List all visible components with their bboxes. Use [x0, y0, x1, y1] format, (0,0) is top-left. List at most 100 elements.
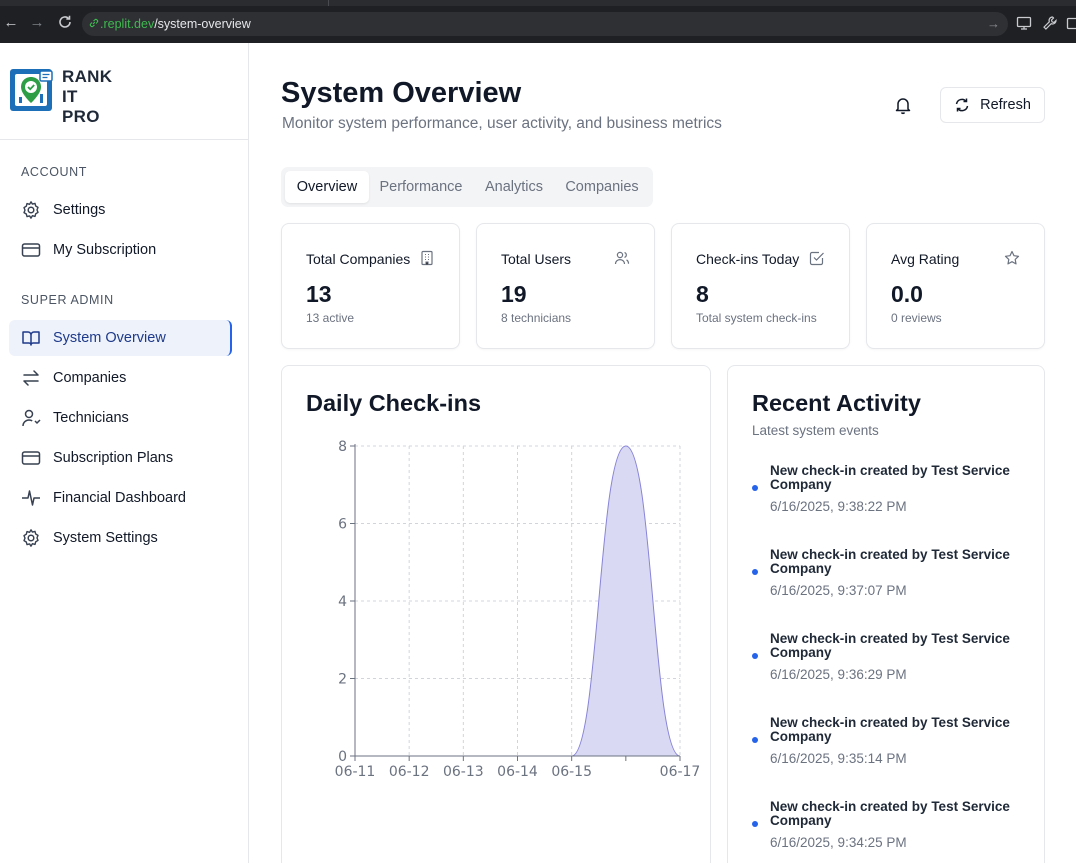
activity-text: New check-in created by Test Service Com…	[770, 631, 1010, 660]
pulse-icon	[21, 488, 41, 508]
recent-activity-subtitle: Latest system events	[752, 423, 879, 438]
forward-icon[interactable]: →	[28, 14, 46, 32]
sidebar-item-label: Financial Dashboard	[53, 490, 186, 506]
activity-dot	[752, 569, 758, 575]
book-open-icon	[21, 328, 41, 348]
sidebar-item-financial-dashboard[interactable]: Financial Dashboard	[9, 480, 232, 516]
bell-icon[interactable]	[893, 95, 913, 115]
sidebar-item-label: Technicians	[53, 410, 129, 426]
monitor-icon[interactable]	[1016, 15, 1032, 31]
stat-card-total-companies: Total Companies 13 13 active	[281, 223, 460, 349]
activity-dot	[752, 485, 758, 491]
activity-text: New check-in created by Test Service Com…	[770, 715, 1010, 744]
activity-time: 6/16/2025, 9:38:22 PM	[770, 499, 907, 514]
sidebar-item-system-settings[interactable]: System Settings	[9, 520, 232, 556]
sidebar-item-settings[interactable]: Settings	[9, 192, 232, 228]
activity-time: 6/16/2025, 9:37:07 PM	[770, 583, 907, 598]
stat-title: Total Companies	[306, 251, 411, 267]
refresh-label: Refresh	[980, 97, 1031, 113]
activity-text: New check-in created by Test Service Com…	[770, 463, 1010, 492]
stat-value: 8	[696, 281, 709, 307]
sidebar-item-subscription-plans[interactable]: Subscription Plans	[9, 440, 232, 476]
sidebar-item-label: Settings	[53, 202, 106, 218]
stat-title: Check-ins Today	[696, 251, 800, 267]
sidebar-item-label: System Overview	[53, 330, 166, 346]
stat-card-check-ins-today: Check-ins Today 8 Total system check-ins	[671, 223, 850, 349]
y-tick-label: 6	[338, 517, 347, 533]
url-path: /system-overview	[154, 17, 251, 31]
refresh-button[interactable]: Refresh	[940, 87, 1045, 123]
y-tick-label: 0	[338, 749, 347, 765]
sidebar-item-label: My Subscription	[53, 242, 157, 258]
x-tick-label: 06-11	[335, 764, 376, 780]
chart-title: Daily Check-ins	[306, 390, 482, 416]
gear-icon	[21, 200, 41, 220]
activity-text: New check-in created by Test Service Com…	[770, 547, 1010, 576]
activity-dot	[752, 737, 758, 743]
sidebar-item-system-overview[interactable]: System Overview	[9, 320, 232, 356]
stat-title: Avg Rating	[891, 251, 960, 267]
tab-companies[interactable]: Companies	[557, 171, 647, 203]
activity-time: 6/16/2025, 9:36:29 PM	[770, 667, 907, 682]
tab-overview[interactable]: Overview	[285, 171, 369, 203]
address-bar[interactable]: .replit.dev/system-overview →	[82, 12, 1008, 36]
stat-value: 13	[306, 281, 332, 307]
stat-title: Total Users	[501, 251, 572, 267]
sidebar-item-my-subscription[interactable]: My Subscription	[9, 232, 232, 268]
url-host: .replit.dev	[100, 17, 155, 31]
sidebar-divider	[0, 139, 248, 140]
tab-bar: Overview Performance Analytics Companies	[281, 167, 653, 207]
sidebar-item-label: System Settings	[53, 530, 158, 546]
x-tick-label: 06-17	[660, 764, 701, 780]
stat-note: Total system check-ins	[696, 311, 817, 325]
wrench-icon[interactable]	[1042, 15, 1058, 31]
daily-checkins-panel: Daily Check-ins 0 2 4 6 8 06-11 06-12 06-13 06-1…	[281, 365, 711, 863]
sidebar-item-technicians[interactable]: Technicians	[9, 400, 232, 436]
stat-note: 8 technicians	[501, 311, 572, 325]
building-icon	[421, 250, 433, 266]
activity-time: 6/16/2025, 9:35:14 PM	[770, 751, 907, 766]
back-icon[interactable]: ←	[2, 14, 20, 32]
y-tick-label: 4	[338, 594, 347, 610]
arrows-swap-icon	[21, 368, 41, 388]
star-icon	[1004, 250, 1020, 265]
open-external-icon[interactable]	[1066, 15, 1076, 31]
credit-card-icon	[21, 448, 41, 468]
x-tick-label: 06-12	[389, 764, 430, 780]
recent-activity-title: Recent Activity	[752, 390, 921, 416]
recent-activity-panel: Recent Activity Latest system events New…	[727, 365, 1045, 863]
sidebar-item-label: Companies	[53, 370, 127, 386]
check-square-icon	[809, 251, 824, 266]
stat-value: 0.0	[891, 281, 923, 307]
stat-value: 19	[501, 281, 527, 307]
page-subtitle: Monitor system performance, user activit…	[282, 115, 722, 132]
sidebar-item-companies[interactable]: Companies	[9, 360, 232, 396]
arrow-right-icon[interactable]: →	[987, 16, 1000, 31]
page-title: System Overview	[281, 77, 522, 109]
stat-note: 0 reviews	[891, 311, 942, 325]
link-icon	[89, 18, 99, 28]
sidebar-item-label: Subscription Plans	[53, 450, 174, 466]
y-tick-label: 2	[338, 672, 347, 688]
activity-text: New check-in created by Test Service Com…	[770, 799, 1010, 828]
user-cog-icon	[21, 408, 41, 428]
browser-toolbar: ← → .replit.dev/system-overview →	[0, 0, 1076, 43]
tab-performance[interactable]: Performance	[371, 171, 471, 203]
gear-icon	[21, 528, 41, 548]
logo-wordmark: RANK IT PRO	[62, 67, 112, 127]
y-tick-label: 8	[338, 439, 347, 455]
reload-icon[interactable]	[56, 14, 74, 32]
x-tick-label: 06-14	[497, 764, 538, 780]
daily-checkins-chart: 0 2 4 6 8 06-11 06-12 06-13 06-14 06-15 06-17	[335, 439, 701, 780]
logo-line-1: RANK	[62, 67, 113, 86]
section-label-super-admin: SUPER ADMIN	[21, 293, 114, 307]
stat-note: 13 active	[306, 311, 355, 325]
activity-dot	[752, 653, 758, 659]
refresh-icon	[955, 98, 969, 112]
logo-mark-icon	[10, 69, 53, 111]
tab-analytics[interactable]: Analytics	[475, 171, 553, 203]
activity-time: 6/16/2025, 9:34:25 PM	[770, 835, 907, 850]
browser-tab-strip	[0, 0, 1076, 6]
logo[interactable]: RANK IT PRO	[10, 67, 120, 126]
activity-dot	[752, 821, 758, 827]
